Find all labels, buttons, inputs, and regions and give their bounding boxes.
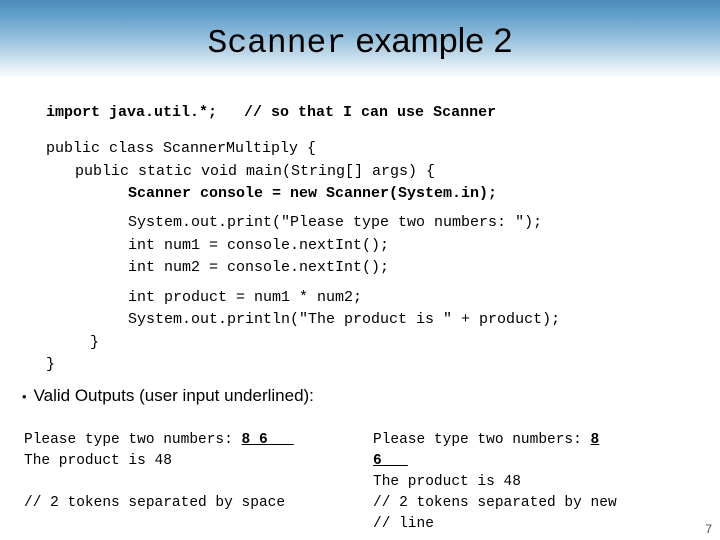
output-left-line4: // 2 tokens separated by space: [24, 495, 286, 511]
output-example-right: Please type two numbers: 8 6 The product…: [373, 430, 703, 535]
code-line-num2: int num2 = console.nextInt();: [128, 259, 390, 276]
page-number: 7: [705, 522, 712, 536]
code-line-product: int product = num1 * num2;: [128, 289, 363, 306]
output-right-line4: // 2 tokens separated by new: [373, 495, 617, 511]
output-example-left: Please type two numbers: 8 6 The product…: [24, 430, 370, 514]
output-right-line5: // line: [373, 516, 434, 532]
code-line-num1: int num1 = console.nextInt();: [128, 237, 390, 254]
code-line-println: System.out.println("The product is " + p…: [128, 311, 561, 328]
bullet-marker-icon: •: [22, 389, 27, 404]
output-right-line1-input: 8: [590, 432, 600, 448]
output-right-line1-prompt: Please type two numbers:: [373, 432, 591, 448]
output-left-line2: The product is 48: [24, 453, 172, 469]
bullet-valid-outputs: • Valid Outputs (user input underlined):: [22, 385, 582, 408]
bullet-label: Valid Outputs (user input underlined):: [33, 386, 314, 405]
output-left-line1-trail: [268, 432, 294, 448]
code-line-import: import java.util.*; // so that I can use…: [46, 104, 497, 121]
code-line-close-brace-inner: }: [90, 334, 100, 351]
code-line-class: public class ScannerMultiply {: [46, 140, 317, 157]
code-line-close-brace-outer: }: [46, 356, 56, 373]
code-line-print: System.out.print("Please type two number…: [128, 214, 543, 231]
code-line-scanner: Scanner console = new Scanner(System.in)…: [128, 185, 498, 202]
output-left-line1-input: 8 6: [241, 432, 268, 448]
output-right-line2-input: 6: [373, 453, 382, 469]
page-title-sans: example 2: [346, 22, 513, 60]
page-title-mono: Scanner: [207, 25, 347, 62]
output-right-line3: The product is 48: [373, 474, 521, 490]
output-right-line2-trail: [382, 453, 408, 469]
output-left-line1-prompt: Please type two numbers:: [24, 432, 242, 448]
code-line-main: public static void main(String[] args) {: [75, 163, 436, 180]
page-title: Scanner example 2: [0, 21, 720, 64]
